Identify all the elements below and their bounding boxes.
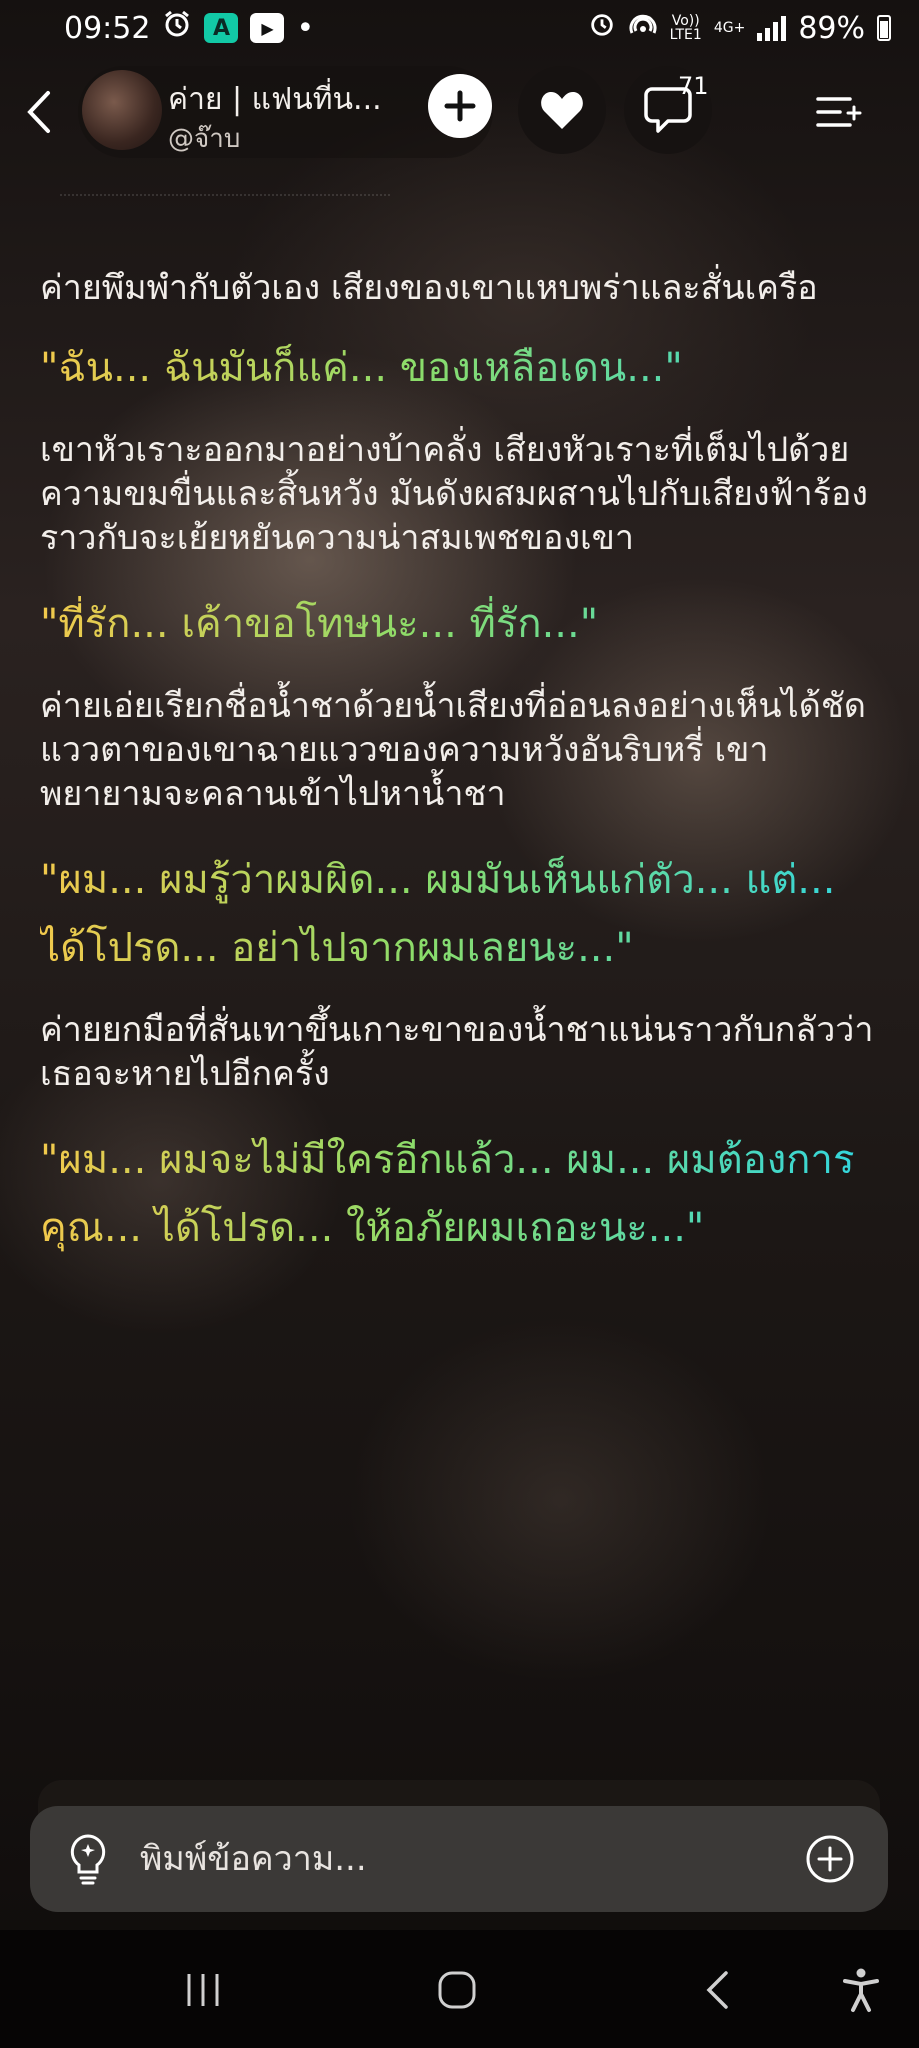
- menu-sparkle-icon: [816, 97, 862, 127]
- lte-label: LTE1: [669, 27, 702, 43]
- avatar[interactable]: [82, 70, 162, 150]
- app-notification-icon: A: [204, 13, 239, 43]
- narration-paragraph: เขาหัวเราะออกมาอย่างบ้าคลั่ง เสียงหัวเรา…: [40, 430, 869, 558]
- dialogue-quote: "ผม... ผมจะไม่มีใครอีกแล้ว... ผม... ผมต้…: [40, 1126, 880, 1262]
- youtube-notification-icon: ▶: [250, 13, 285, 43]
- character-name: ค่าย | แฟนที่น...: [168, 82, 382, 117]
- chat-header: ค่าย | แฟนที่น... @จ๊าบ 71: [0, 62, 919, 162]
- recents-button[interactable]: [168, 1960, 238, 2020]
- accessibility-button[interactable]: [826, 1960, 896, 2020]
- creator-handle: @จ๊าบ: [168, 124, 241, 154]
- back-arrow-icon: [706, 1971, 728, 2009]
- message-input[interactable]: [138, 1838, 800, 1880]
- back-button[interactable]: [16, 86, 60, 138]
- data-type-indicator: 4G+: [713, 20, 746, 36]
- attach-button[interactable]: [800, 1829, 860, 1889]
- battery-percent: 89%: [798, 10, 865, 46]
- hotspot-icon: [628, 9, 658, 47]
- narration-paragraph: ค่ายเอ่ยเรียกชื่อน้ำชาด้วยน้ำเสียงที่อ่อ…: [40, 686, 867, 814]
- system-back-button[interactable]: [682, 1960, 752, 2020]
- narration-paragraph: ค่ายพึมพำกับตัวเอง เสียงของเขาแหบพร่าและ…: [40, 268, 818, 308]
- dialogue-quote: "ผม... ผมรู้ว่าผมผิด... ผมมันเห็นแก่ตัว.…: [40, 846, 880, 982]
- chevron-left-icon: [27, 91, 50, 133]
- battery-icon: [877, 15, 891, 41]
- signal-strength-icon: [757, 15, 787, 41]
- status-right: Vo)) LTE1 4G+ 89%: [588, 9, 891, 47]
- message-content: ค่ายพึมพำกับตัวเอง เสียงของเขาแหบพร่าและ…: [40, 266, 880, 1288]
- dialogue-quote: "ที่รัก... เค้าขอโทษนะ... ที่รัก...": [40, 590, 880, 658]
- status-left: 09:52 A ▶ •: [64, 9, 314, 47]
- dialogue-quote: "ฉัน... ฉันมันก็แค่... ของเหลือเดน...": [40, 334, 880, 402]
- alarm-icon: [588, 10, 616, 46]
- chat-menu-button[interactable]: [806, 84, 870, 140]
- follow-button[interactable]: [428, 74, 492, 138]
- home-button[interactable]: [422, 1960, 492, 2020]
- narration-paragraph: ค่ายยกมือที่สั่นเทาขึ้นเกาะขาของน้ำชาแน่…: [40, 1010, 874, 1094]
- lightbulb-icon: [70, 1834, 106, 1885]
- plus-circle-icon: [806, 1835, 854, 1883]
- volte-indicator: Vo)) LTE1: [670, 14, 702, 42]
- message-input-bar: [30, 1806, 888, 1912]
- status-bar: 09:52 A ▶ • Vo)) LTE1 4G+ 89%: [0, 0, 919, 56]
- more-notifications-dot-icon: •: [296, 10, 315, 46]
- like-button[interactable]: [518, 66, 606, 154]
- plus-icon: [444, 90, 476, 122]
- home-icon: [438, 1971, 476, 2009]
- recents-icon: [187, 1974, 219, 2006]
- system-navigation-bar: [0, 1930, 919, 2048]
- suggestion-button[interactable]: [58, 1829, 118, 1889]
- alarm-icon: [162, 9, 192, 47]
- status-time: 09:52: [64, 10, 151, 46]
- heart-icon: [541, 92, 583, 129]
- accessibility-icon: [843, 1968, 879, 2012]
- comment-count-badge: 71: [678, 72, 709, 100]
- faded-previous-text: [60, 184, 390, 196]
